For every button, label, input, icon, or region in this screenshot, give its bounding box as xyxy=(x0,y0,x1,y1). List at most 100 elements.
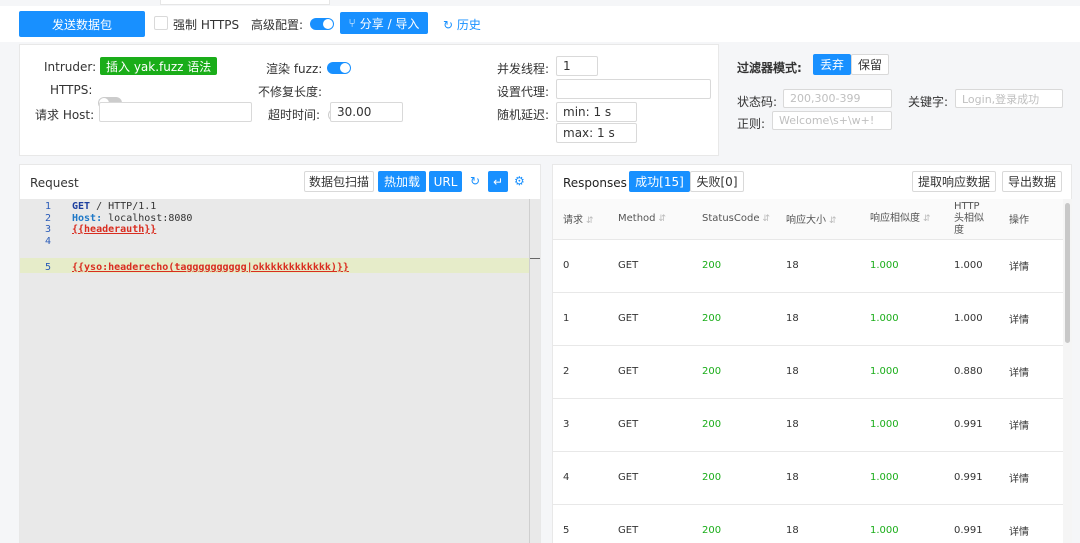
code-token: GET xyxy=(72,201,91,212)
code-line: 5 {{yso:headerecho(tagggggggggg|okkkkkkkk… xyxy=(20,262,349,273)
advanced-config-label: 高级配置: xyxy=(251,18,304,32)
table-cell: 1.000 xyxy=(860,398,944,452)
sort-icon[interactable]: ⇵ xyxy=(586,216,594,226)
success-tab[interactable]: 成功[15] xyxy=(629,171,690,192)
detail-link[interactable]: 详情 xyxy=(999,345,1063,399)
sort-icon[interactable]: ⇵ xyxy=(829,216,837,226)
detail-link[interactable]: 详情 xyxy=(999,398,1063,452)
concurrency-input[interactable]: 1 xyxy=(556,56,598,76)
toolbar: 发送数据包 强制 HTTPS 高级配置: ⑂ 分享 / 导入 ↻ 历史 xyxy=(0,6,1080,42)
column-header-label: StatusCode xyxy=(702,213,760,225)
table-cell: 5 xyxy=(553,504,608,543)
filter-keep-button[interactable]: 保留 xyxy=(851,54,889,75)
column-header-label: 请求 xyxy=(563,215,583,227)
regex-input[interactable]: Welcome\s+\w+! xyxy=(772,111,892,130)
table-row[interactable]: 1 GET 200 18 1.000 1.000 详情 xyxy=(553,292,1063,346)
detail-link[interactable]: 详情 xyxy=(999,451,1063,505)
share-import-button[interactable]: ⑂ 分享 / 导入 xyxy=(340,12,428,34)
line-number: 2 xyxy=(45,212,52,224)
column-header-label: Method xyxy=(618,213,656,225)
table-cell: 18 xyxy=(776,398,860,452)
table-row[interactable]: 4 GET 200 18 1.000 0.991 详情 xyxy=(553,451,1063,505)
table-row[interactable]: 5 GET 200 18 1.000 0.991 详情 xyxy=(553,504,1063,543)
table-row[interactable]: 0 GET 200 18 1.000 1.000 详情 xyxy=(553,239,1063,293)
table-cell: GET xyxy=(608,398,692,452)
code-token: localhost:8080 xyxy=(102,212,193,224)
line-number: 1 xyxy=(45,201,52,212)
intruder-label: Intruder: xyxy=(44,60,97,74)
column-header[interactable]: Method ⇵ xyxy=(608,199,692,240)
sort-icon[interactable]: ⇵ xyxy=(659,214,667,224)
url-button[interactable]: URL xyxy=(429,171,462,192)
insert-fuzz-tag[interactable]: 插入 yak.fuzz 语法 xyxy=(100,57,218,75)
force-https-checkbox[interactable] xyxy=(154,16,168,30)
keyword-input[interactable]: Login,登录成功 xyxy=(955,89,1063,108)
render-fuzz-switch[interactable] xyxy=(327,62,351,74)
detail-link[interactable]: 详情 xyxy=(999,239,1063,293)
share-icon: ⑂ xyxy=(348,16,356,30)
filter-discard-button[interactable]: 丢弃 xyxy=(813,54,851,75)
render-fuzz-label: 渲染 fuzz: xyxy=(266,62,323,76)
line-number: 5 xyxy=(45,262,52,273)
table-scrollbar-track xyxy=(1063,199,1072,543)
table-cell: 18 xyxy=(776,504,860,543)
advanced-config-switch[interactable] xyxy=(310,18,334,30)
code-line: 4 xyxy=(20,236,72,247)
delay-min-input[interactable]: min: 1 s xyxy=(556,102,637,122)
table-cell: 0.880 xyxy=(944,345,999,399)
table-cell: 2 xyxy=(553,345,608,399)
column-header[interactable]: StatusCode ⇵ xyxy=(692,199,776,240)
responses-table-wrap: 请求 ⇵ Method ⇵ StatusCode ⇵ 响应大小 ⇵ 响应相似度 ⇵ HTTP头相似度… xyxy=(553,199,1063,543)
enter-icon[interactable]: ↵ xyxy=(488,171,508,192)
table-cell: 1.000 xyxy=(860,451,944,505)
extract-response-button[interactable]: 提取响应数据 xyxy=(912,171,996,192)
code-token: / HTTP/1.1 xyxy=(90,201,157,212)
table-cell: 0.991 xyxy=(944,504,999,543)
hot-load-button[interactable]: 热加载 xyxy=(378,171,426,192)
packet-scan-button[interactable]: 数据包扫描 xyxy=(304,171,374,192)
detail-link[interactable]: 详情 xyxy=(999,292,1063,346)
table-cell: 1 xyxy=(553,292,608,346)
timeout-input[interactable]: 30.00 xyxy=(330,102,403,122)
active-tab-hint[interactable] xyxy=(160,0,330,5)
refresh-icon[interactable]: ↻ xyxy=(470,174,480,188)
column-header-label: 响应相似度 xyxy=(870,212,920,224)
host-input[interactable] xyxy=(99,102,252,122)
line-number: 3 xyxy=(45,224,52,235)
detail-link[interactable]: 详情 xyxy=(999,504,1063,543)
table-cell: GET xyxy=(608,239,692,293)
table-cell: 18 xyxy=(776,345,860,399)
table-scrollbar-thumb[interactable] xyxy=(1065,203,1070,343)
line-number: 4 xyxy=(45,235,52,247)
table-cell: GET xyxy=(608,451,692,505)
timeout-label: 超时时间: xyxy=(268,108,321,122)
status-code-input[interactable]: 200,300-399 xyxy=(783,89,892,108)
table-cell: 3 xyxy=(553,398,608,452)
sort-icon[interactable]: ⇵ xyxy=(923,214,931,224)
column-header-label: 响应大小 xyxy=(786,215,826,227)
column-header[interactable]: 请求 ⇵ xyxy=(553,199,608,240)
delay-max-input[interactable]: max: 1 s xyxy=(556,123,637,143)
fail-tab[interactable]: 失败[0] xyxy=(690,171,744,192)
history-icon: ↻ xyxy=(443,18,454,32)
table-row[interactable]: 2 GET 200 18 1.000 0.880 详情 xyxy=(553,345,1063,399)
code-token: {{headerauth}} xyxy=(72,224,157,235)
concurrency-label: 并发线程: xyxy=(497,62,550,76)
code-editor[interactable]: 1 GET / HTTP/1.1 2 Host: localhost:8080 3 {{h… xyxy=(20,199,540,543)
table-row[interactable]: 3 GET 200 18 1.000 0.991 详情 xyxy=(553,398,1063,452)
host-label: 请求 Host: xyxy=(35,108,95,122)
table-cell: 4 xyxy=(553,451,608,505)
history-button[interactable]: ↻ 历史 xyxy=(443,16,481,33)
table-cell: GET xyxy=(608,292,692,346)
settings-icon[interactable]: ⚙ xyxy=(514,174,525,188)
table-cell: 1.000 xyxy=(860,345,944,399)
proxy-input[interactable] xyxy=(556,79,711,99)
table-cell: 0 xyxy=(553,239,608,293)
column-header[interactable]: 响应相似度 ⇵ xyxy=(860,199,944,240)
code-token: Host: xyxy=(72,212,103,224)
send-packet-button[interactable]: 发送数据包 xyxy=(19,11,145,37)
sort-icon[interactable]: ⇵ xyxy=(762,214,770,224)
column-header-label: 操作 xyxy=(1009,215,1029,227)
export-data-button[interactable]: 导出数据 xyxy=(1002,171,1062,192)
column-header[interactable]: 响应大小 ⇵ xyxy=(776,199,860,240)
